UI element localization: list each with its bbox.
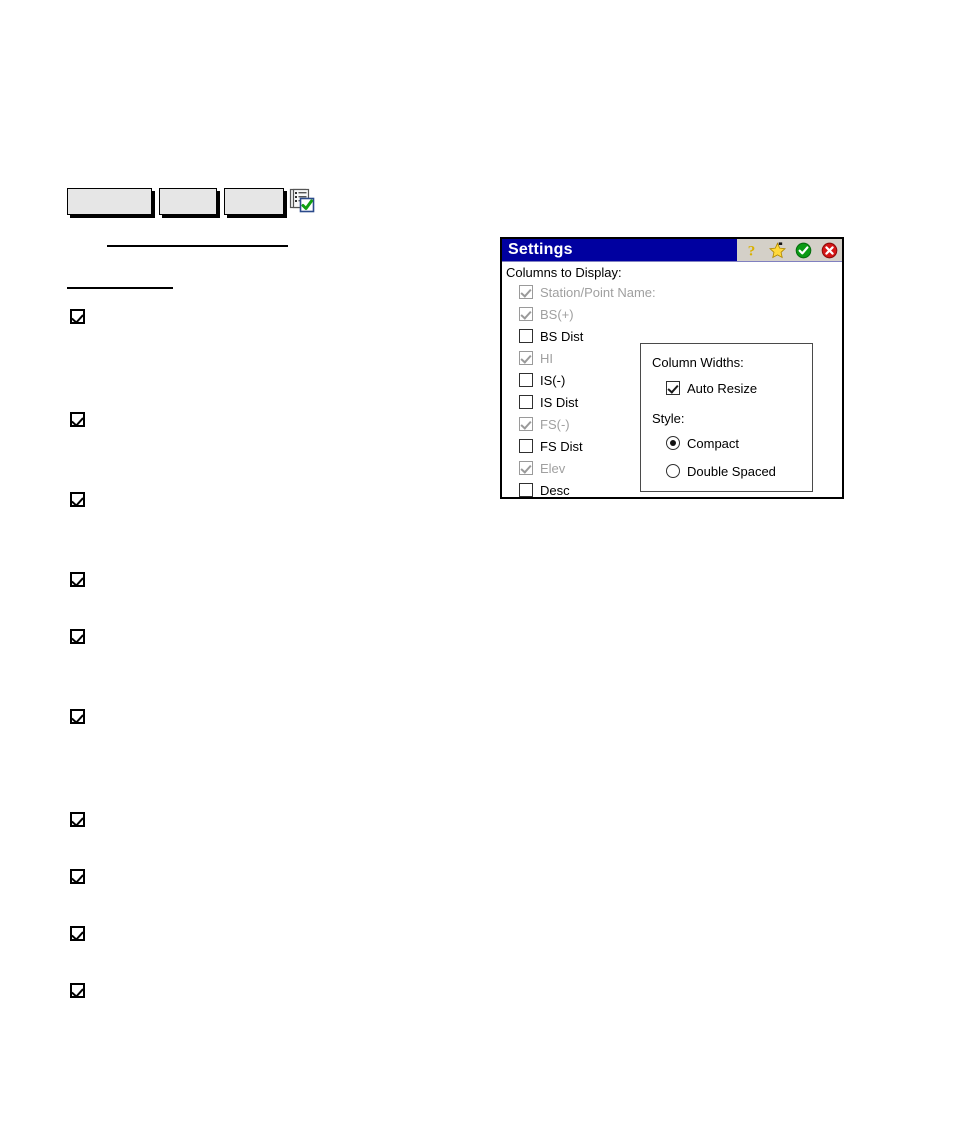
checkbox-label: HI [540, 350, 553, 366]
list-item[interactable] [70, 983, 85, 998]
list-item[interactable] [70, 492, 85, 507]
list-item[interactable] [70, 572, 85, 587]
checkbox-row-desc[interactable]: Desc [519, 481, 570, 499]
checkbox-auto-resize[interactable] [666, 381, 680, 395]
radio-double-spaced[interactable] [666, 464, 680, 478]
checkbox-fs-minus[interactable] [519, 417, 533, 431]
checkbox-fs-dist[interactable] [519, 439, 533, 453]
checkbox-hi[interactable] [519, 351, 533, 365]
checkbox-bs-plus[interactable] [519, 307, 533, 321]
checkbox-label: Desc [540, 482, 570, 498]
checkbox-label: IS Dist [540, 394, 579, 410]
checkbox-row-fs-minus[interactable]: FS(-) [519, 415, 570, 433]
checkbox-label: Elev [540, 460, 566, 476]
checkbox-row-is-minus[interactable]: IS(-) [519, 371, 565, 389]
checkbox-row-fs-dist[interactable]: FS Dist [519, 437, 583, 455]
checkbox-desc[interactable] [519, 483, 533, 497]
columns-to-display-label: Columns to Display: [506, 265, 622, 280]
list-item[interactable] [70, 709, 85, 724]
style-label: Style: [652, 411, 685, 426]
column-widths-label: Column Widths: [652, 355, 744, 370]
checkbox-row-hi[interactable]: HI [519, 349, 553, 367]
svg-text:?: ? [748, 243, 756, 259]
toolbar-button-2[interactable] [159, 188, 217, 215]
list-item[interactable] [70, 412, 85, 427]
toolbar-button-3[interactable] [224, 188, 284, 215]
checkbox-label: Auto Resize [687, 380, 758, 396]
checkbox-row-bs-dist[interactable]: BS Dist [519, 327, 583, 345]
list-item[interactable] [70, 309, 85, 324]
checkbox-is-dist[interactable] [519, 395, 533, 409]
radio-label: Compact [687, 435, 740, 451]
titlebar-icon-group: ? [737, 239, 842, 261]
checkbox-label: BS Dist [540, 328, 584, 344]
checkbox-station-point-name[interactable] [519, 285, 533, 299]
checkbox-is-minus[interactable] [519, 373, 533, 387]
dialog-title: Settings [508, 241, 573, 258]
checkbox-label: FS(-) [540, 416, 570, 432]
radio-row-double-spaced[interactable]: Double Spaced [666, 462, 776, 480]
checkbox-label: IS(-) [540, 372, 566, 388]
checkbox-row-station-point-name[interactable]: Station/Point Name: [519, 283, 656, 301]
favorites-star-icon[interactable] [769, 241, 786, 259]
close-x-icon[interactable] [821, 242, 838, 259]
ok-check-icon[interactable] [795, 242, 812, 259]
settings-dialog: Settings ? Columns to Display: Station/P… [500, 237, 844, 499]
radio-row-compact[interactable]: Compact [666, 434, 739, 452]
checkbox-row-is-dist[interactable]: IS Dist [519, 393, 578, 411]
checkbox-bs-dist[interactable] [519, 329, 533, 343]
checkbox-label: BS(+) [540, 306, 574, 322]
list-item[interactable] [70, 926, 85, 941]
checkbox-row-auto-resize[interactable]: Auto Resize [666, 379, 757, 397]
checkbox-row-bs-plus[interactable]: BS(+) [519, 305, 574, 323]
dialog-body: Columns to Display: Station/Point Name: … [502, 262, 842, 499]
radio-compact[interactable] [666, 436, 680, 450]
horizontal-rule-top [107, 245, 288, 247]
horizontal-rule-second [67, 287, 173, 289]
help-icon[interactable]: ? [743, 242, 760, 259]
checkbox-row-elev[interactable]: Elev [519, 459, 565, 477]
dialog-titlebar: Settings ? [502, 239, 842, 262]
radio-label: Double Spaced [687, 463, 776, 479]
checkbox-elev[interactable] [519, 461, 533, 475]
list-item[interactable] [70, 812, 85, 827]
toolbar-button-1[interactable] [67, 188, 152, 215]
list-item[interactable] [70, 869, 85, 884]
checkbox-label: FS Dist [540, 438, 583, 454]
list-check-icon[interactable] [289, 188, 315, 214]
column-widths-panel: Column Widths: Auto Resize Style: Compac… [640, 343, 813, 492]
checkbox-label: Station/Point Name: [540, 284, 656, 300]
list-item[interactable] [70, 629, 85, 644]
